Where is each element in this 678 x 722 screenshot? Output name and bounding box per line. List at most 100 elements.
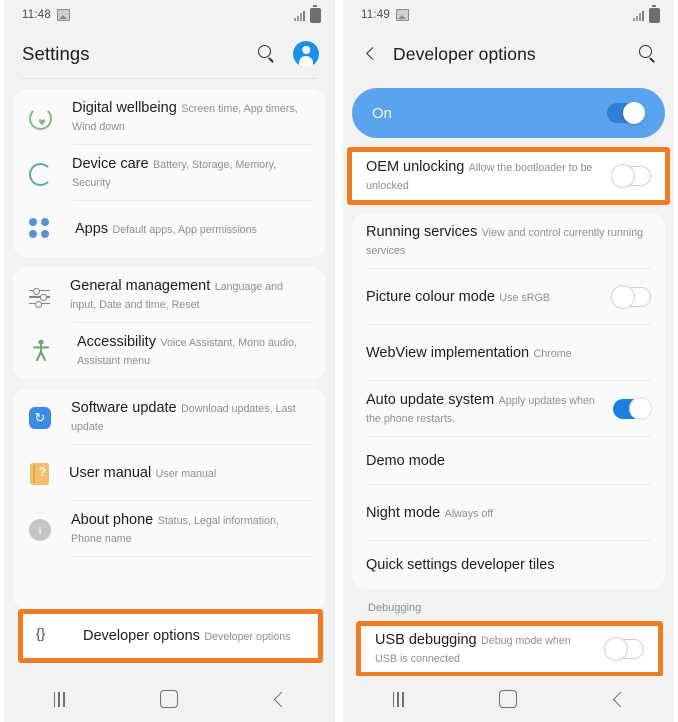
toggle-knob (629, 397, 652, 420)
dev-item-webview-implementation[interactable]: WebView implementation Chrome (352, 325, 665, 381)
settings-item-subtitle: User manual (155, 468, 217, 480)
toggle-knob (623, 102, 645, 124)
battery-icon (310, 5, 321, 23)
settings-item-general-management[interactable]: General management Language and input, D… (13, 267, 326, 323)
oem-unlocking-highlight: OEM unlocking Allow the bootloader to be… (345, 147, 672, 205)
settings-group-2: General management Language and input, D… (13, 267, 326, 379)
back-button[interactable] (564, 676, 674, 722)
dev-item-subtitle: Always off (444, 508, 494, 520)
settings-item-apps[interactable]: Apps Default apps, App permissions (13, 201, 326, 257)
dev-item-subtitle: Use sRGB (499, 292, 550, 304)
developer-options-master-toggle[interactable]: On (352, 88, 665, 138)
dev-item-usb-debugging[interactable]: USB debugging Debug mode when USB is con… (361, 626, 658, 672)
developer-options-screen: 11:49 Developer options On OEM unlocking (343, 0, 674, 722)
device-care-icon (29, 163, 52, 186)
dev-item-oem-unlocking[interactable]: OEM unlocking Allow the bootloader to be… (352, 152, 665, 200)
digital-wellbeing-icon (29, 107, 52, 130)
settings-item-text: User manual User manual (69, 464, 312, 482)
dev-item-demo-mode[interactable]: Demo mode (352, 437, 665, 485)
developer-options-list: Running services View and control curren… (343, 213, 674, 621)
settings-item-subtitle: Developer options (204, 631, 291, 643)
app-bar-divider (22, 78, 317, 79)
dev-item-title: WebView implementation (366, 345, 530, 361)
home-button[interactable] (114, 676, 224, 722)
software-update-icon (29, 407, 51, 429)
usb-debugging-toggle[interactable] (604, 637, 644, 661)
settings-item-title: Software update (71, 400, 177, 416)
oem-unlocking-toggle[interactable] (611, 164, 651, 188)
about-phone-icon (29, 519, 51, 541)
developer-options-group: Running services View and control curren… (352, 213, 665, 589)
accessibility-glyph (32, 339, 50, 362)
recents-button[interactable] (4, 676, 114, 722)
toggle-knob (604, 637, 628, 661)
recents-button[interactable] (343, 676, 453, 722)
back-icon (274, 691, 290, 707)
dev-item-running-services[interactable]: Running services View and control curren… (352, 213, 665, 269)
home-button[interactable] (453, 676, 563, 722)
row-divider (73, 556, 312, 557)
dev-item-text: Auto update system Apply updates when th… (366, 391, 601, 427)
settings-item-user-manual[interactable]: User manual User manual (13, 445, 326, 501)
developer-options-highlight: Developer options Developer options (16, 609, 325, 663)
settings-item-text: About phone Status, Legal information, P… (71, 511, 312, 547)
page-title: Developer options (393, 43, 536, 64)
settings-item-title: About phone (71, 512, 154, 528)
page-title: Settings (22, 43, 90, 64)
apps-icon (29, 218, 55, 244)
dev-item-night-mode[interactable]: Night mode Always off (352, 485, 665, 541)
settings-item-title: Accessibility (77, 334, 156, 350)
image-icon (395, 9, 409, 21)
status-time: 11:49 (361, 9, 390, 21)
dev-item-title: USB debugging (375, 632, 477, 648)
dev-item-subtitle: Chrome (533, 348, 572, 360)
navigation-bar-left (4, 676, 335, 722)
settings-item-title: Digital wellbeing (72, 100, 177, 116)
status-time: 11:48 (22, 9, 51, 21)
search-icon[interactable] (255, 43, 277, 65)
general-management-icon (29, 287, 50, 307)
usb-debugging-highlight: USB debugging Debug mode when USB is con… (354, 621, 665, 677)
settings-item-device-care[interactable]: Device care Battery, Storage, Memory, Se… (13, 145, 326, 201)
recents-icon (392, 691, 404, 707)
highlight-box: USB debugging Debug mode when USB is con… (356, 621, 663, 677)
battery-icon (649, 5, 660, 23)
settings-item-digital-wellbeing[interactable]: Digital wellbeing Screen time, App timer… (13, 89, 326, 145)
toggle-knob (611, 285, 635, 309)
settings-item-about-phone[interactable]: About phone Status, Legal information, P… (13, 501, 326, 557)
dev-item-text: Demo mode (366, 452, 651, 470)
auto-update-system-toggle[interactable] (613, 397, 652, 420)
dev-item-title: Picture colour mode (366, 289, 495, 305)
master-toggle-switch[interactable] (607, 102, 645, 124)
signal-bars-icon (633, 10, 644, 21)
master-toggle-label: On (372, 104, 393, 122)
settings-screen: 11:48 Settings Digital wellbeing Screen … (4, 0, 335, 722)
dev-item-text: USB debugging Debug mode when USB is con… (375, 631, 593, 667)
settings-group-1: Digital wellbeing Screen time, App timer… (13, 89, 326, 257)
back-button[interactable] (225, 676, 335, 722)
dev-item-auto-update-system[interactable]: Auto update system Apply updates when th… (352, 381, 665, 437)
dev-item-text: Quick settings developer tiles (366, 556, 651, 574)
dev-item-title: Auto update system (366, 392, 495, 408)
settings-item-software-update[interactable]: Software update Download updates, Last u… (13, 389, 326, 445)
dev-item-text: Running services View and control curren… (366, 223, 651, 259)
dev-item-title: Night mode (366, 505, 441, 521)
settings-item-title: Developer options (83, 628, 200, 644)
recents-icon (53, 691, 65, 707)
settings-item-developer-options[interactable]: Developer options Developer options (23, 614, 318, 658)
search-icon[interactable] (636, 43, 658, 65)
status-bar-right: 11:49 (343, 0, 674, 30)
settings-item-accessibility[interactable]: Accessibility Voice Assistant, Mono audi… (13, 323, 326, 379)
back-chevron-icon[interactable] (361, 44, 381, 64)
picture-colour-mode-toggle[interactable] (611, 285, 651, 309)
dev-item-quick-settings-developer-tiles[interactable]: Quick settings developer tiles (352, 541, 665, 589)
dev-item-title: Quick settings developer tiles (366, 557, 555, 573)
status-bar-left: 11:48 (4, 0, 335, 30)
dev-item-text: WebView implementation Chrome (366, 344, 651, 362)
account-avatar-icon[interactable] (293, 41, 319, 67)
settings-item-text: Developer options Developer options (83, 627, 304, 645)
settings-app-bar: Settings (4, 30, 335, 78)
settings-item-text: Software update Download updates, Last u… (71, 399, 312, 435)
settings-item-text: Apps Default apps, App permissions (75, 220, 312, 238)
dev-item-picture-colour-mode[interactable]: Picture colour mode Use sRGB (352, 269, 665, 325)
